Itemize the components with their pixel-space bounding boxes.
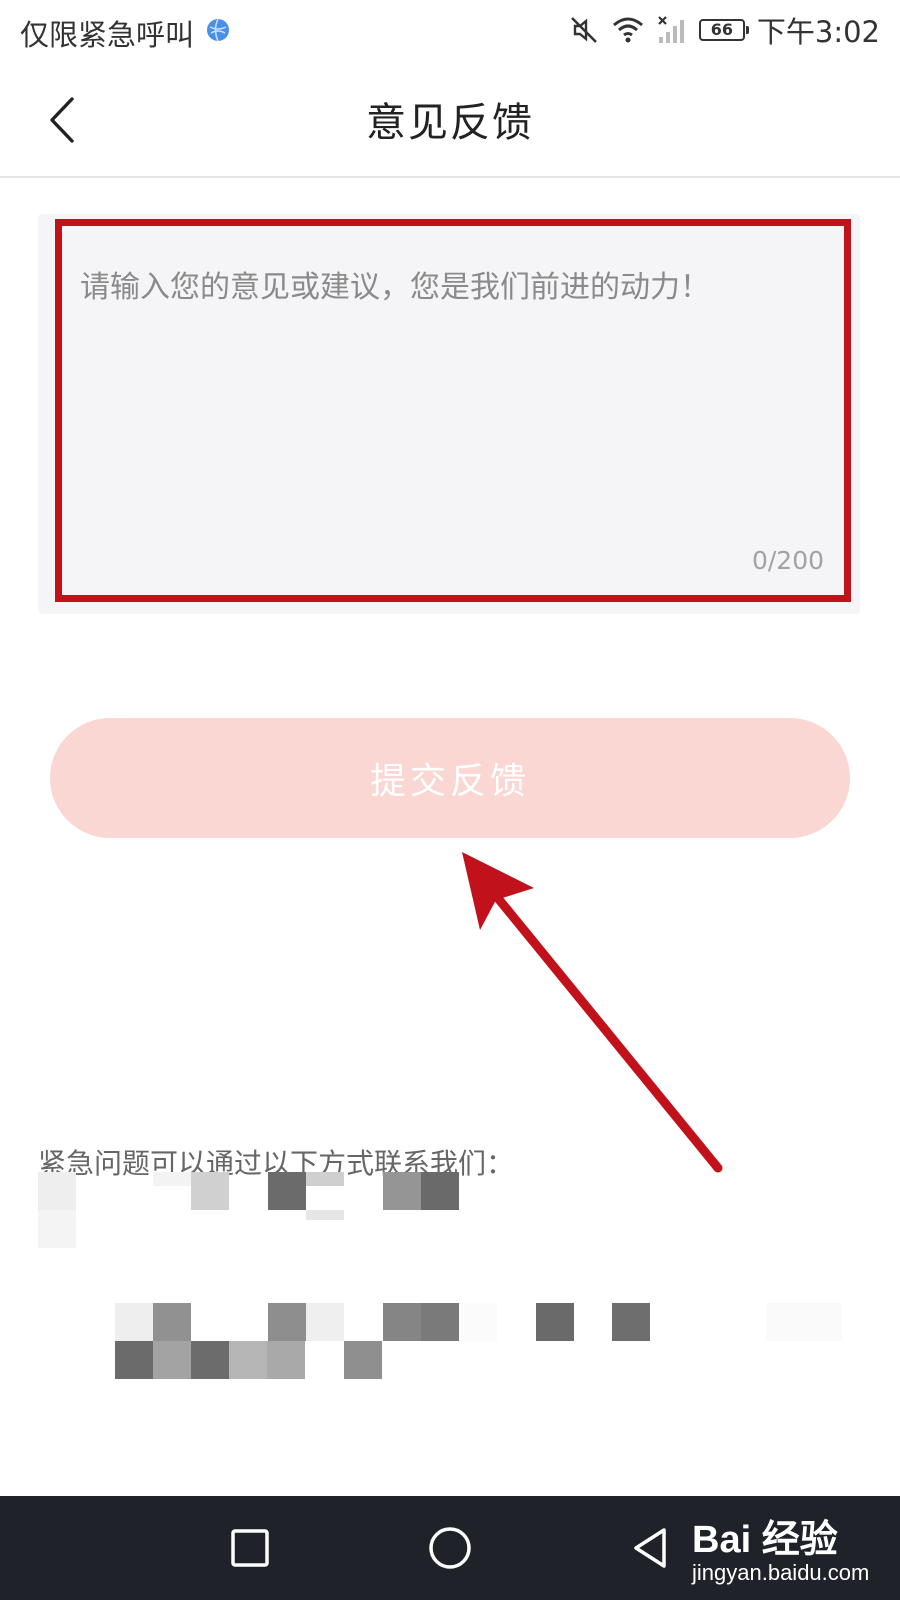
- home-button[interactable]: [420, 1518, 480, 1578]
- circle-icon: [429, 1527, 471, 1569]
- clock: 下午3:02: [756, 15, 880, 49]
- app-header: 意见反馈: [0, 62, 900, 178]
- page-title: 意见反馈: [366, 100, 534, 146]
- status-icons: 66 下午3:02: [569, 10, 880, 50]
- back-nav-button[interactable]: [620, 1518, 680, 1578]
- mute-icon: [570, 17, 597, 43]
- mosaic-row-1: [38, 1172, 459, 1248]
- globe-icon: [207, 18, 229, 42]
- battery-icon: 66: [698, 19, 749, 41]
- status-bar: 仅限紧急呼叫 66 下午3:02: [0, 0, 900, 62]
- watermark-url: jingyan.baidu.com: [692, 1560, 870, 1585]
- carrier-label: 仅限紧急呼叫: [20, 18, 195, 52]
- battery-level: 66: [710, 20, 733, 39]
- triangle-back-icon: [634, 1528, 666, 1568]
- mosaic-row-2: [115, 1303, 842, 1379]
- char-counter: 0/200: [751, 546, 824, 575]
- submit-feedback-button[interactable]: 提交反馈: [50, 718, 850, 838]
- wifi-icon: [612, 17, 643, 43]
- no-signal-icon: [658, 16, 684, 43]
- baidu-jingyan-watermark: Bai 经验 jingyan.baidu.com: [692, 1504, 882, 1594]
- recent-apps-button[interactable]: [220, 1518, 280, 1578]
- watermark-logo: Bai 经验: [692, 1519, 838, 1561]
- contact-title: 紧急问题可以通过以下方式联系我们：: [38, 1147, 515, 1180]
- square-icon: [231, 1529, 269, 1567]
- feedback-textarea[interactable]: [55, 219, 851, 602]
